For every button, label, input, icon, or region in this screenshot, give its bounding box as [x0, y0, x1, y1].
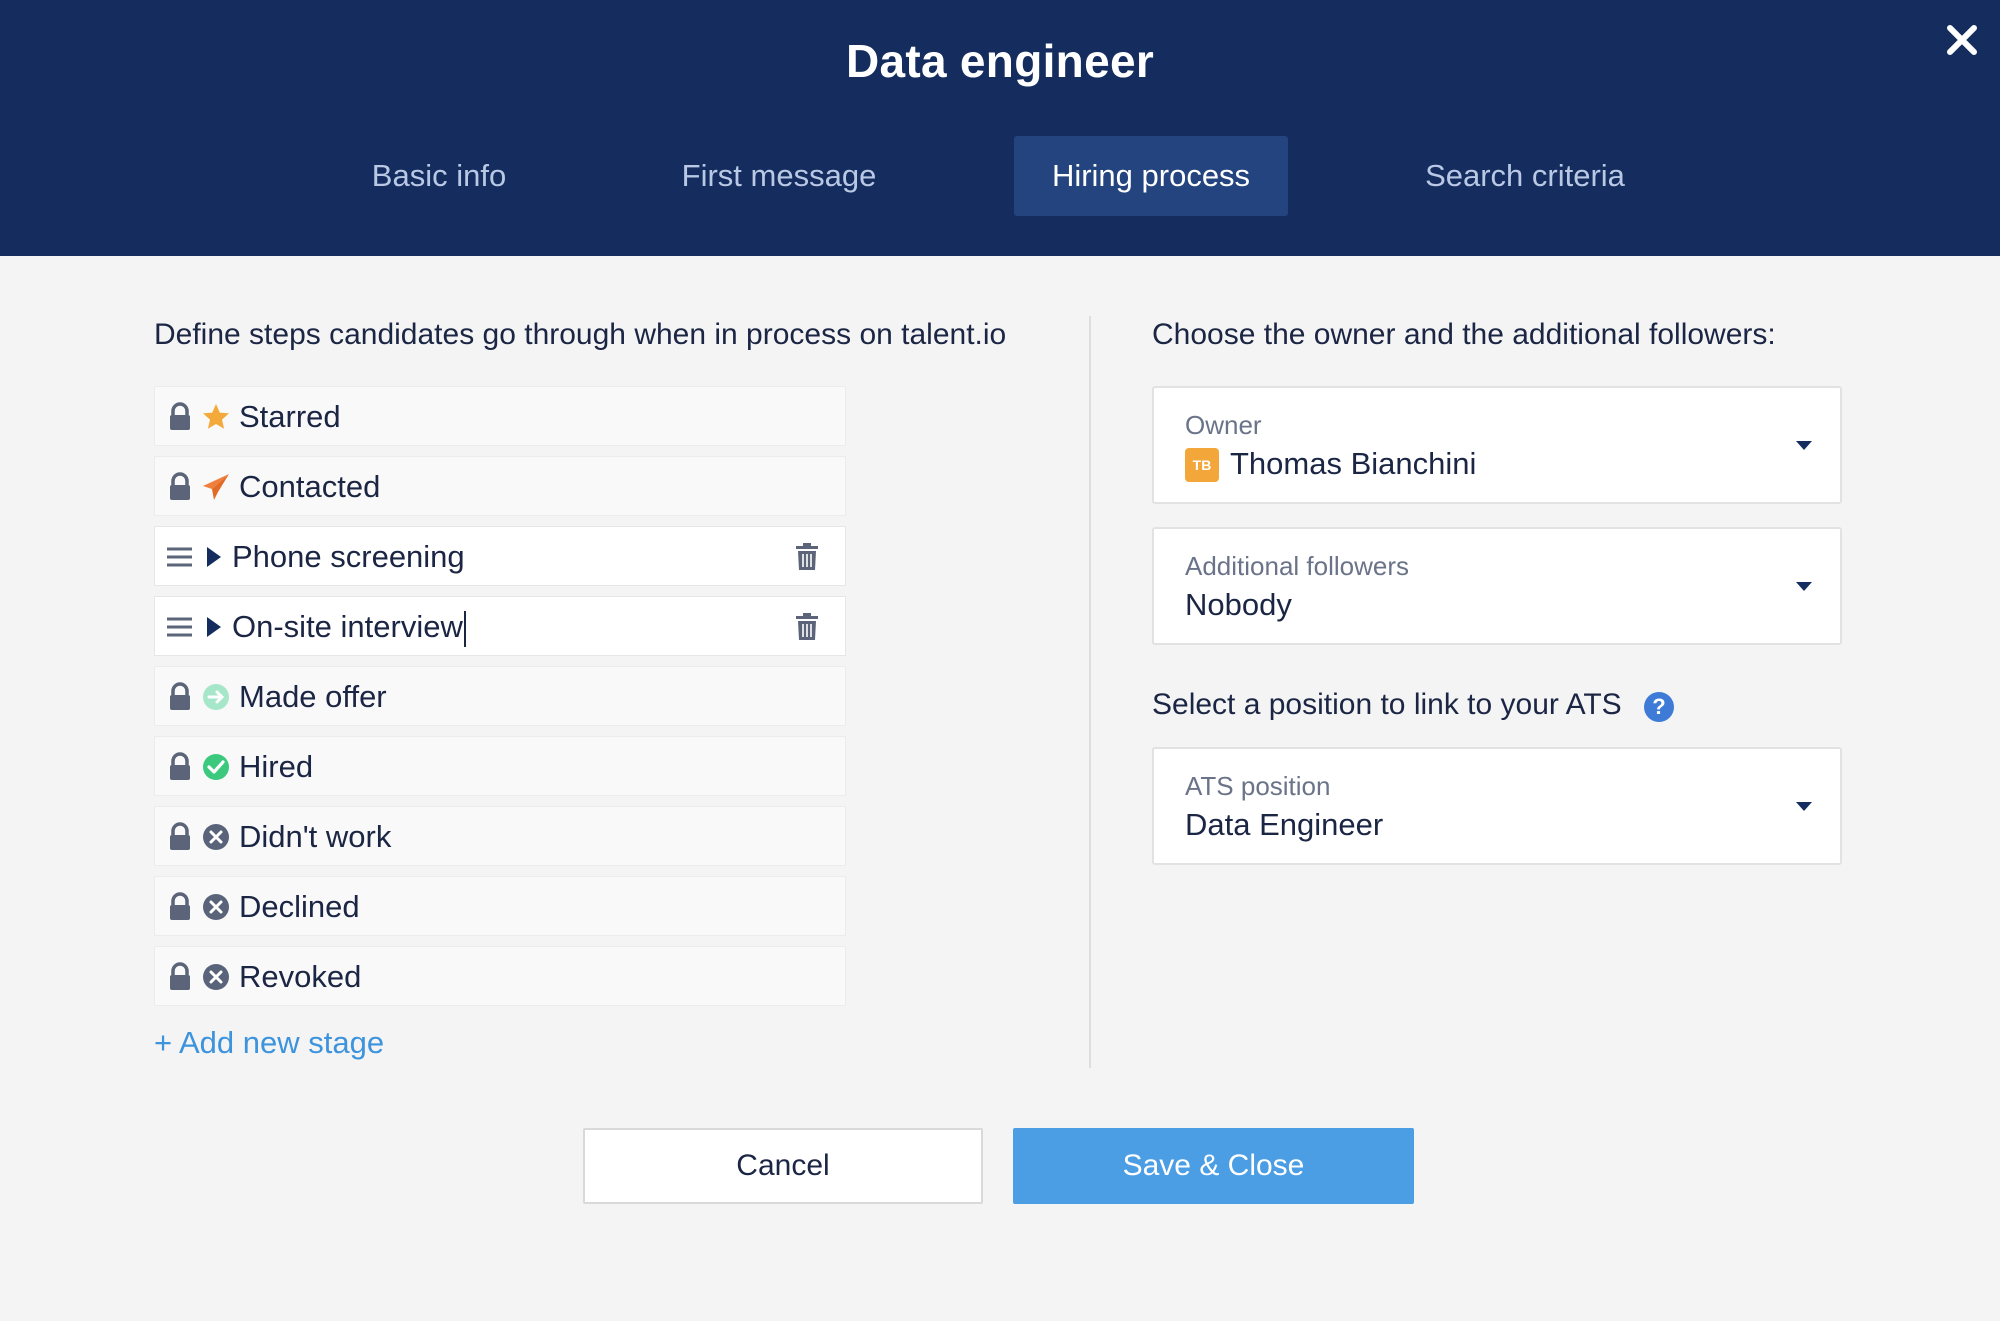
followers-value: Nobody: [1185, 587, 1292, 622]
owner-heading: Choose the owner and the additional foll…: [1152, 318, 1776, 351]
stage-item: Contacted: [154, 456, 846, 516]
ats-heading: Select a position to link to your ATS: [1152, 688, 1622, 721]
owner-select[interactable]: Owner TB Thomas Bianchini: [1152, 386, 1842, 504]
avatar: TB: [1185, 448, 1219, 482]
stage-label-input[interactable]: On-site interview: [232, 597, 466, 657]
stage-label: Starred: [239, 399, 341, 434]
owner-value: Thomas Bianchini: [1230, 446, 1477, 481]
stage-label-text: On-site interview: [232, 609, 463, 644]
drag-handle-icon[interactable]: [163, 611, 197, 643]
modal-title: Data engineer: [845, 35, 1155, 87]
tab-hiring-process[interactable]: Hiring process: [1014, 136, 1288, 216]
column-divider: [1089, 316, 1091, 1068]
chevron-down-icon: [1794, 799, 1814, 813]
stage-label: Made offer: [239, 679, 387, 714]
stage-label: Hired: [239, 749, 314, 784]
x-circle-icon: [201, 822, 231, 852]
play-icon[interactable]: [201, 542, 231, 572]
stage-item: Made offer: [154, 666, 846, 726]
star-icon: [201, 402, 231, 432]
tab-first-message[interactable]: First message: [670, 136, 888, 216]
lock-icon: [163, 821, 197, 853]
stages-heading: Define steps candidates go through when …: [154, 318, 1007, 351]
close-icon[interactable]: [1940, 18, 1984, 62]
svg-text:?: ?: [1652, 694, 1665, 719]
ats-position-select[interactable]: ATS position Data Engineer: [1152, 747, 1842, 865]
text-cursor: [463, 610, 466, 647]
lock-icon: [163, 401, 197, 433]
drag-handle-icon[interactable]: [163, 541, 197, 573]
stage-item: Starred: [154, 386, 846, 446]
followers-label: Additional followers: [1185, 551, 1410, 581]
lock-icon: [163, 751, 197, 783]
owner-label: Owner: [1185, 410, 1262, 440]
lock-icon: [163, 961, 197, 993]
paper-plane-icon: [201, 472, 231, 502]
add-stage-link[interactable]: + Add new stage: [154, 1025, 384, 1061]
play-icon[interactable]: [201, 612, 231, 642]
arrow-circle-icon: [201, 682, 231, 712]
trash-icon[interactable]: [793, 542, 821, 572]
stage-item[interactable]: On-site interview: [154, 596, 846, 656]
followers-select[interactable]: Additional followers Nobody: [1152, 527, 1842, 645]
lock-icon: [163, 681, 197, 713]
chevron-down-icon: [1794, 579, 1814, 593]
save-close-button[interactable]: Save & Close: [1013, 1128, 1414, 1204]
stage-item: Hired: [154, 736, 846, 796]
ats-position-label: ATS position: [1185, 771, 1331, 801]
stage-label: Declined: [239, 889, 360, 924]
stage-label[interactable]: Phone screening: [232, 527, 465, 587]
stage-item: Declined: [154, 876, 846, 936]
x-circle-icon: [201, 892, 231, 922]
trash-icon[interactable]: [793, 612, 821, 642]
help-icon[interactable]: ?: [1643, 691, 1675, 723]
tab-search-criteria[interactable]: Search criteria: [1414, 136, 1636, 216]
stage-label: Revoked: [239, 959, 362, 994]
cancel-button[interactable]: Cancel: [583, 1128, 983, 1204]
x-circle-icon: [201, 962, 231, 992]
stage-label: Didn't work: [239, 819, 392, 854]
lock-icon: [163, 891, 197, 923]
stage-item: Didn't work: [154, 806, 846, 866]
stage-label: Contacted: [239, 469, 381, 504]
tab-basic-info[interactable]: Basic info: [346, 136, 532, 216]
modal-header: Data engineer Basic info First message H…: [0, 0, 2000, 256]
lock-icon: [163, 471, 197, 503]
stage-item[interactable]: Phone screening: [154, 526, 846, 586]
check-circle-icon: [201, 752, 231, 782]
stage-item: Revoked: [154, 946, 846, 1006]
ats-position-value: Data Engineer: [1185, 807, 1384, 842]
chevron-down-icon: [1794, 438, 1814, 452]
tab-bar: Basic info First message Hiring process …: [0, 136, 2000, 216]
